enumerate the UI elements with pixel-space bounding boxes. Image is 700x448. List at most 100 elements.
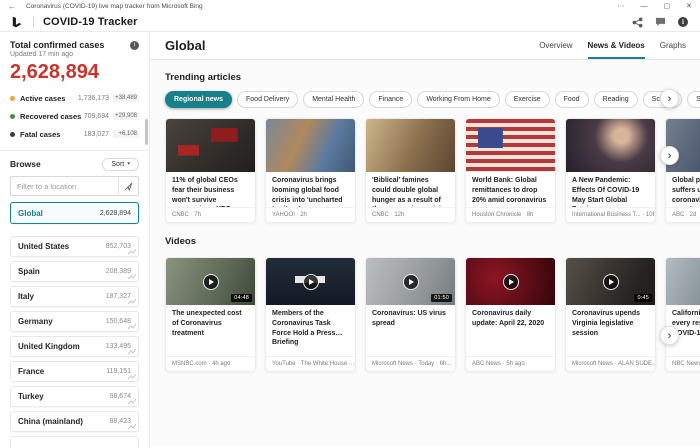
active-cases-row[interactable]: Active cases 1,736,173 +38,489 [10, 89, 139, 107]
play-icon[interactable] [303, 274, 319, 290]
sidebar-item-italy[interactable]: Italy 187,327 [10, 286, 139, 307]
app-window: ← Coronavirus (COVID-19) live map tracke… [0, 0, 700, 448]
tab-overview[interactable]: Overview [539, 32, 572, 59]
recovered-cases-row[interactable]: Recovered cases 709,694 +29,908 [10, 107, 139, 125]
sidebar-item-united-states[interactable]: United States 852,703 [10, 236, 139, 257]
video-title: Coronavirus: US virus spread [366, 305, 455, 356]
article-card[interactable]: World Bank: Global remittances to drop 2… [465, 118, 556, 223]
sidebar-item-global[interactable]: Global 2,628,894 [10, 202, 139, 224]
sidebar-item-turkey[interactable]: Turkey 98,674 [10, 386, 139, 407]
pill-mental-health[interactable]: Mental Health [303, 91, 364, 108]
article-card[interactable]: 'Biblical' famines could double global h… [365, 118, 456, 223]
video-title: Coronavirus daily update: April 22, 2020 [466, 305, 555, 356]
location-name: France [18, 367, 44, 376]
pill-exercise[interactable]: Exercise [505, 91, 550, 108]
video-card[interactable]: Coronavirus daily update: April 22, 2020… [465, 257, 556, 372]
pills-scroll-right-button[interactable]: › [660, 89, 679, 108]
window-controls: ⋯ — ▢ ✕ [618, 3, 695, 10]
pill-reading[interactable]: Reading [594, 91, 638, 108]
stat-value: 1,736,173 [78, 95, 109, 102]
back-icon[interactable]: ← [8, 2, 16, 11]
stat-delta: +38,489 [113, 94, 139, 102]
sidebar-item-united-kingdom[interactable]: United Kingdom 133,495 [10, 336, 139, 357]
fatal-cases-row[interactable]: Fatal cases 183,027 +6,108 [10, 125, 139, 143]
title-bar: ← Coronavirus (COVID-19) live map tracke… [0, 0, 700, 13]
sidebar-item-germany[interactable]: Germany 150,648 [10, 311, 139, 332]
stat-label: Recovered cases [20, 112, 84, 121]
pill-regional-news[interactable]: Regional news [165, 91, 232, 108]
pill-working-from-home[interactable]: Working From Home [417, 91, 499, 108]
video-source: NBC News · 13m ago [666, 356, 700, 371]
video-thumbnail [666, 258, 700, 305]
pill-food[interactable]: Food [555, 91, 589, 108]
minimize-button[interactable]: — [641, 3, 648, 10]
video-thumbnail: 04:48 [166, 258, 255, 305]
trend-sparkline-icon [128, 299, 136, 305]
video-card[interactable]: 01:50 Coronavirus: US virus spread Micro… [365, 257, 456, 372]
article-source: International Business T... · 10h [566, 207, 655, 222]
sidebar-item-spain[interactable]: Spain 208,389 [10, 261, 139, 282]
region-header: Global Overview News & Videos Graphs [150, 32, 700, 60]
play-icon[interactable] [403, 274, 419, 290]
video-source: YouTube · The White House ·... [266, 356, 355, 371]
trend-sparkline-icon [128, 274, 136, 280]
article-image [366, 119, 455, 172]
category-pills: Regional news Food Delivery Mental Healt… [165, 91, 700, 108]
trend-sparkline-icon [128, 349, 136, 355]
play-icon[interactable] [603, 274, 619, 290]
more-menu-icon[interactable]: ⋯ [618, 3, 625, 10]
article-card-row: 11% of global CEOs fear their business w… [165, 118, 700, 223]
article-card[interactable]: Global press freedom suffers under coron… [665, 118, 700, 223]
video-card[interactable]: California town tests every resident for… [665, 257, 700, 372]
article-card[interactable]: 11% of global CEOs fear their business w… [165, 118, 256, 223]
article-card[interactable]: Coronavirus brings looming global food c… [265, 118, 356, 223]
article-source: CNBC · 7h [166, 207, 255, 222]
video-title: Coronavirus upends Virginia legislative … [566, 305, 655, 356]
play-icon[interactable] [203, 274, 219, 290]
videos-scroll-right-button[interactable]: › [660, 326, 679, 345]
sort-button[interactable]: Sort ▾ [102, 158, 139, 171]
play-icon[interactable] [503, 274, 519, 290]
location-filter-input[interactable] [11, 182, 118, 191]
updated-timestamp: Updated 17 min ago [10, 51, 139, 58]
articles-scroll-right-button[interactable]: › [660, 146, 679, 165]
video-thumbnail: 0:45 [566, 258, 655, 305]
location-name: United States [18, 242, 69, 251]
pill-services[interactable]: Services [687, 91, 700, 108]
tab-graphs[interactable]: Graphs [660, 32, 686, 59]
info-icon[interactable]: i [678, 17, 688, 27]
pill-finance[interactable]: Finance [369, 91, 412, 108]
video-card[interactable]: 04:48 The unexpected cost of Coronavirus… [165, 257, 256, 372]
close-button[interactable]: ✕ [686, 3, 692, 10]
video-duration: 01:50 [431, 294, 452, 302]
bing-logo-icon[interactable] [10, 16, 23, 29]
info-icon[interactable]: i [130, 41, 139, 50]
feedback-icon[interactable] [655, 17, 666, 27]
trend-sparkline-icon [128, 249, 136, 255]
sidebar-item-france[interactable]: France 119,151 [10, 361, 139, 382]
video-card[interactable]: Members of the Coronavirus Task Force Ho… [265, 257, 356, 372]
location-name: Turkey [18, 392, 44, 401]
tab-news-videos[interactable]: News & Videos [588, 32, 645, 59]
share-icon[interactable] [632, 17, 643, 28]
article-card[interactable]: A New Pandemic: Effects Of COVID-19 May … [565, 118, 656, 223]
video-duration: 04:48 [231, 294, 252, 302]
video-duration: 0:45 [634, 294, 652, 302]
sidebar-item-china-mainland[interactable]: China (mainland) 88,423 [10, 411, 139, 432]
trend-sparkline-icon [128, 399, 136, 405]
locate-button[interactable] [118, 177, 138, 195]
location-value: 2,628,894 [100, 210, 131, 217]
video-card-row: 04:48 The unexpected cost of Coronavirus… [165, 257, 700, 372]
article-source: ABC · 2d [666, 207, 700, 222]
article-title: World Bank: Global remittances to drop 2… [466, 172, 555, 207]
video-card[interactable]: 0:45 Coronavirus upends Virginia legisla… [565, 257, 656, 372]
location-name: Italy [18, 292, 34, 301]
location-name: Germany [18, 317, 53, 326]
maximize-button[interactable]: ▢ [664, 3, 671, 10]
sidebar-scrollbar[interactable] [145, 119, 148, 145]
divider [0, 150, 149, 151]
pill-food-delivery[interactable]: Food Delivery [237, 91, 298, 108]
header-divider [33, 16, 34, 28]
sidebar-item-partial[interactable] [10, 436, 139, 447]
article-title: 'Biblical' famines could double global h… [366, 172, 455, 207]
